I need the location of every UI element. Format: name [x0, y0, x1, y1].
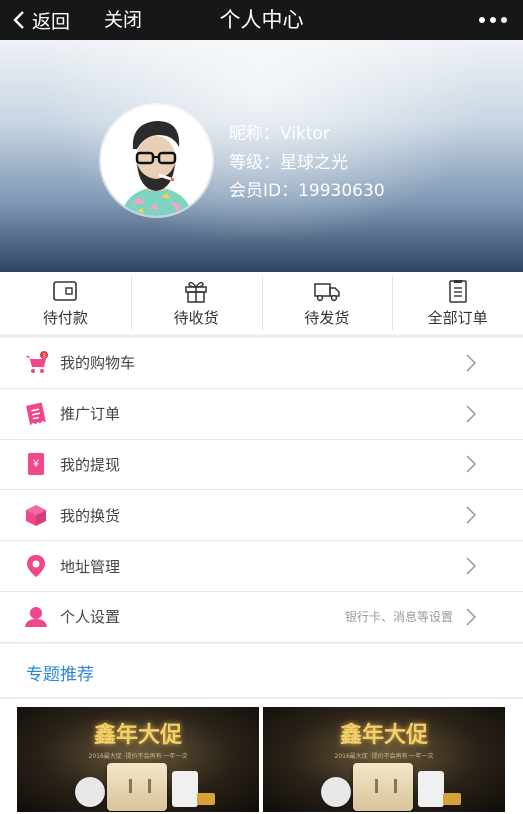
withdraw-icon: ¥ — [28, 453, 44, 476]
menu-item-label: 我的换货 — [60, 506, 121, 525]
svg-text:¥: ¥ — [32, 458, 40, 470]
back-button[interactable]: 返回 — [12, 0, 70, 40]
close-button[interactable]: 关闭 — [104, 0, 142, 40]
chevron-right-icon — [466, 557, 477, 575]
product-image — [418, 771, 444, 807]
pending-receipt-label: 待收货 — [173, 308, 219, 327]
back-label: 返回 — [32, 10, 71, 33]
chevron-right-icon — [466, 405, 477, 423]
product-image — [197, 793, 215, 805]
banner-subtitle: 2016最大促 ·提价不会再有·一年一次 — [88, 753, 188, 760]
socket-product-image — [107, 763, 167, 811]
menu-item-cart[interactable]: 3 我的购物车 — [0, 338, 523, 389]
banner-title: 鑫年大促 — [339, 722, 428, 748]
product-image — [172, 771, 198, 807]
clipboard-icon — [448, 279, 467, 303]
socket-product-image — [353, 763, 413, 811]
chevron-right-icon — [466, 354, 477, 372]
banner-title: 鑫年大促 — [93, 722, 182, 748]
pending-receipt-button[interactable]: 待收货 — [130, 272, 262, 334]
chevron-left-icon — [13, 11, 24, 29]
receipt-icon — [26, 402, 46, 426]
box-icon — [26, 505, 46, 527]
menu-item-label: 我的提现 — [60, 455, 121, 474]
chevron-right-icon — [466, 608, 477, 626]
member-id-text: 会员ID：19930630 — [229, 181, 385, 201]
nickname-text: 昵称：Viktor — [229, 124, 330, 144]
more-options-icon[interactable] — [479, 0, 507, 40]
promo-banner[interactable]: 鑫年大促 2016最大促 ·提价不会再有·一年一次 — [263, 707, 505, 812]
chevron-right-icon — [466, 506, 477, 524]
pending-shipment-button[interactable]: 待发货 — [261, 272, 393, 334]
menu-item-withdrawal[interactable]: ¥ 我的提现 — [0, 440, 523, 491]
menu-item-label: 我的购物车 — [60, 354, 136, 373]
pending-payment-button[interactable]: 待付款 — [0, 272, 131, 334]
menu-item-settings[interactable]: 个人设置 银行卡、消息等设置 — [0, 592, 523, 643]
wallet-icon — [53, 280, 78, 301]
pending-payment-label: 待付款 — [42, 308, 88, 327]
all-orders-label: 全部订单 — [427, 308, 488, 327]
product-image — [321, 777, 351, 807]
level-text: 等级：星球之光 — [229, 152, 348, 173]
menu-item-label: 地址管理 — [60, 557, 121, 576]
profile-header: 昵称：Viktor 等级：星球之光 会员ID：19930630 — [0, 40, 523, 272]
cart-icon: 3 — [25, 350, 48, 373]
gift-icon — [185, 281, 207, 303]
promo-banner[interactable]: 鑫年大促 2016最大促 ·提价不会再有·一年一次 — [17, 707, 259, 812]
product-image — [443, 793, 461, 805]
chevron-right-icon — [466, 455, 477, 474]
profile-info: 昵称：Viktor 等级：星球之光 会员ID：19930630 — [229, 120, 385, 206]
recommend-banners: 鑫年大促 2016最大促 ·提价不会再有·一年一次 鑫年大促 2016最大促 ·… — [0, 699, 523, 814]
pending-shipment-label: 待发货 — [304, 308, 350, 327]
menu-item-exchange[interactable]: 我的换货 — [0, 490, 523, 542]
banner-subtitle: 2016最大促 ·提价不会再有·一年一次 — [334, 753, 434, 760]
top-nav-bar: 返回 关闭 个人中心 — [0, 0, 523, 40]
avatar-illustration — [101, 105, 212, 216]
menu-item-label: 推广订单 — [60, 405, 121, 424]
menu-item-promotion-orders[interactable]: 推广订单 — [0, 389, 523, 440]
page-title: 个人中心 — [219, 8, 304, 32]
recommend-section-header: 专题推荐 — [0, 644, 523, 698]
truck-icon — [314, 282, 340, 301]
menu-list: 3 我的购物车 推广订单 ¥ 我的提现 我的换货 地址管理 个人设置 银行卡、消… — [0, 338, 523, 643]
settings-hint: 银行卡、消息等设置 — [344, 610, 453, 625]
menu-item-address[interactable]: 地址管理 — [0, 541, 523, 592]
menu-item-label: 个人设置 — [60, 608, 121, 627]
all-orders-button[interactable]: 全部订单 — [392, 272, 523, 334]
user-icon — [25, 606, 47, 627]
avatar[interactable] — [101, 105, 212, 216]
order-status-bar: 待付款 待收货 待发货 全部订单 — [0, 272, 523, 334]
product-image — [75, 777, 105, 807]
location-pin-icon — [27, 555, 45, 578]
recommend-title: 专题推荐 — [26, 665, 94, 685]
